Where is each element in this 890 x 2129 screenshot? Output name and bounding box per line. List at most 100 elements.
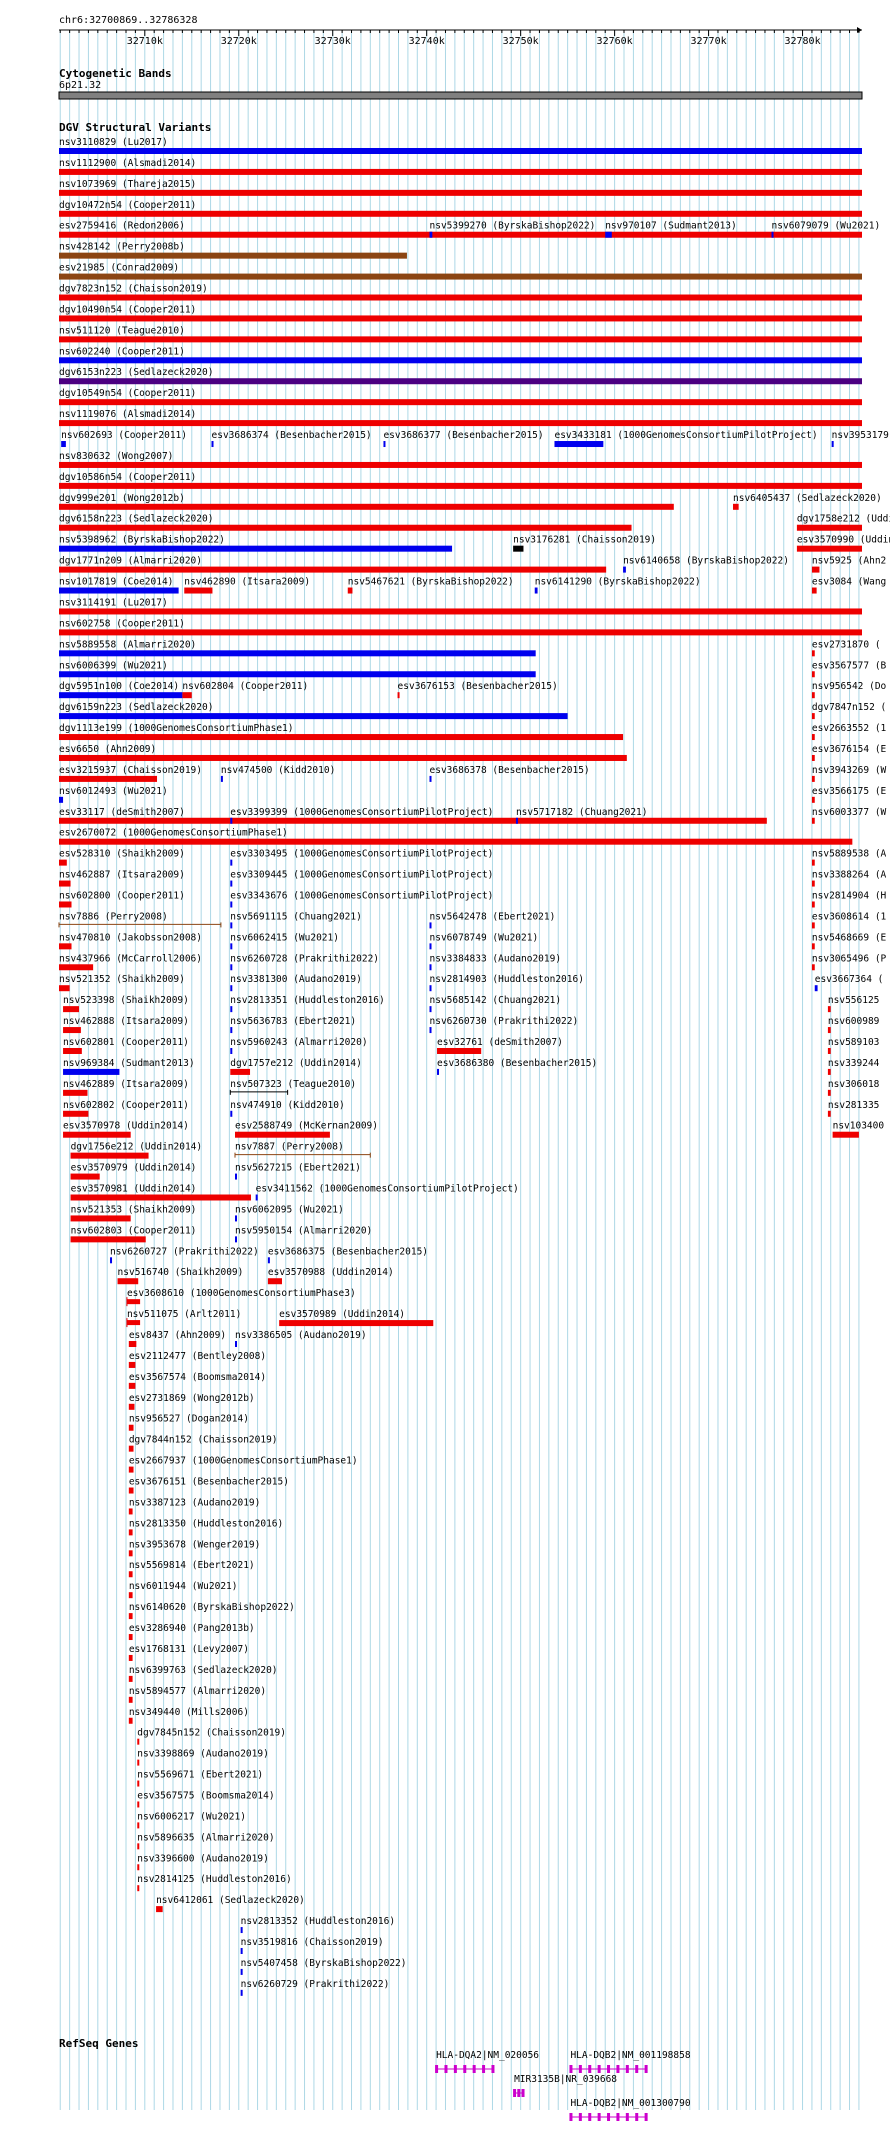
sv-feature[interactable]: nsv600989 xyxy=(827,1016,880,1034)
sv-feature[interactable]: dgv10472n54 (Cooper2011) xyxy=(59,200,862,217)
refseq-gene[interactable]: HLA-DQB2|NM_001300790 xyxy=(569,2098,691,2121)
refseq-gene[interactable]: HLA-DQA2|NM_020056 xyxy=(435,2050,539,2073)
sv-feature[interactable]: esv3686378 (Besenbacher2015) xyxy=(429,765,590,782)
sv-feature[interactable]: nsv6412061 (Sedlazeck2020) xyxy=(156,1895,305,1913)
sv-feature[interactable]: nsv3114191 (Lu2017) xyxy=(59,597,862,615)
sv-feature[interactable]: esv528310 (Shaikh2009) xyxy=(59,849,185,866)
sv-feature[interactable]: dgv7844n152 (Chaisson2019) xyxy=(128,1435,278,1452)
sv-feature[interactable]: nsv3519816 (Chaisson2019) xyxy=(240,1937,384,1954)
sv-feature[interactable]: nsv2814125 (Huddleston2016) xyxy=(137,1874,292,1892)
sv-feature[interactable]: esv21985 (Conrad2009) xyxy=(59,263,862,280)
sv-feature[interactable]: nsv6260727 (Prakrithi2022) xyxy=(110,1246,259,1264)
sv-feature[interactable]: nsv2813350 (Huddleston2016) xyxy=(128,1518,283,1536)
sv-feature[interactable]: nsv474500 (Kidd2010) xyxy=(220,765,335,782)
sv-feature[interactable]: esv2670072 (1000GenomesConsortiumPhase1) xyxy=(59,828,853,845)
sv-feature[interactable]: esv32761 (deSmith2007) xyxy=(437,1037,563,1054)
sv-feature[interactable]: nsv470810 (Jakobsson2008) xyxy=(59,932,202,950)
sv-feature[interactable]: nsv830632 (Wong2007) xyxy=(59,451,862,468)
sv-feature[interactable]: nsv602693 (Cooper2011) xyxy=(61,430,187,448)
sv-feature[interactable]: dgv7823n152 (Chaisson2019) xyxy=(59,284,862,301)
sv-feature[interactable]: esv3570989 (Uddin2014) xyxy=(279,1309,434,1327)
sv-feature[interactable]: nsv521353 (Shaikh2009) xyxy=(70,1204,197,1222)
sv-feature[interactable]: nsv516740 (Shaikh2009) xyxy=(117,1267,244,1285)
sv-feature[interactable]: esv3676151 (Besenbacher2015) xyxy=(128,1477,289,1494)
sv-feature[interactable]: nsv6399763 (Sedlazeck2020) xyxy=(128,1665,278,1682)
sv-feature[interactable]: nsv281335 xyxy=(827,1100,879,1117)
sv-feature[interactable]: esv2731870 ( xyxy=(811,639,881,657)
sv-feature[interactable]: nsv2813351 (Huddleston2016) xyxy=(230,995,385,1013)
sv-feature[interactable]: nsv3398869 (Audano2019) xyxy=(137,1749,269,1766)
sv-feature[interactable]: esv3567575 (Boomsma2014) xyxy=(137,1790,275,1808)
sv-feature[interactable]: dgv6159n223 (Sedlazeck2020) xyxy=(59,702,568,720)
sv-feature[interactable]: nsv103400 xyxy=(832,1121,885,1138)
sv-feature[interactable]: nsv2813352 (Huddleston2016) xyxy=(240,1916,395,1934)
sv-feature[interactable]: nsv437966 (McCarroll2006) xyxy=(59,953,202,971)
sv-feature[interactable]: esv3570988 (Uddin2014) xyxy=(267,1267,394,1285)
sv-feature[interactable]: nsv3384833 (Audano2019) xyxy=(429,953,562,971)
sv-feature[interactable]: nsv956527 (Dogan2014) xyxy=(128,1414,249,1431)
sv-feature[interactable]: esv3686375 (Besenbacher2015) xyxy=(267,1246,428,1264)
sv-feature[interactable]: dgv5951n100 (Coe2014) xyxy=(59,681,183,699)
sv-feature[interactable]: nsv5960243 (Almarri2020) xyxy=(230,1037,368,1054)
sv-feature[interactable]: nsv6141290 (ByrskaBishop2022) xyxy=(534,577,701,594)
sv-feature[interactable]: dgv999e201 (Wong2012b) xyxy=(59,493,674,510)
sv-feature[interactable]: esv3676153 (Besenbacher2015) xyxy=(397,681,558,699)
sv-feature[interactable]: nsv1119076 (Alsmadi2014) xyxy=(59,409,862,427)
sv-feature[interactable]: nsv3387123 (Audano2019) xyxy=(128,1497,261,1515)
sv-feature[interactable]: dgv10549n54 (Cooper2011) xyxy=(59,388,862,406)
sv-feature[interactable]: nsv6260730 (Prakrithi2022) xyxy=(429,1016,579,1034)
sv-feature[interactable]: dgv6153n223 (Sedlazeck2020) xyxy=(59,367,862,385)
sv-feature[interactable]: esv3686374 (Besenbacher2015) xyxy=(211,430,372,448)
sv-feature[interactable]: dgv1758e212 (Uddin xyxy=(796,514,890,531)
sv-feature[interactable]: nsv349440 (Mills2006) xyxy=(128,1707,249,1724)
sv-feature[interactable]: nsv589103 xyxy=(827,1037,879,1054)
sv-feature[interactable]: nsv511075 (Arlt2011) xyxy=(126,1309,241,1328)
sv-feature[interactable]: dgv7845n152 (Chaisson2019) xyxy=(137,1728,286,1745)
sv-feature[interactable]: nsv6260729 (Prakrithi2022) xyxy=(240,1979,390,1996)
sv-feature[interactable]: nsv6062095 (Wu2021) xyxy=(235,1204,344,1222)
sv-feature[interactable]: nsv602800 (Cooper2011) xyxy=(59,890,185,908)
sv-feature[interactable]: nsv1017819 (Coe2014) xyxy=(59,577,179,594)
sv-feature[interactable]: nsv3386505 (Audano2019) xyxy=(235,1330,367,1348)
sv-feature[interactable]: nsv5636783 (Ebert2021) xyxy=(230,1016,356,1034)
sv-feature[interactable]: nsv602758 (Cooper2011) xyxy=(59,618,862,636)
sv-feature[interactable]: nsv5685142 (Chuang2021) xyxy=(429,995,562,1013)
sv-feature[interactable]: esv3309445 (1000GenomesConsortiumPilotPr… xyxy=(230,870,493,887)
sv-feature[interactable]: esv3303495 (1000GenomesConsortiumPilotPr… xyxy=(230,849,493,866)
sv-feature[interactable]: nsv602240 (Cooper2011) xyxy=(59,346,862,364)
cytoband-bar[interactable] xyxy=(58,91,863,100)
sv-feature[interactable]: esv3570978 (Uddin2014) xyxy=(63,1121,189,1138)
refseq-gene[interactable]: MIR3135B|NR_039668 xyxy=(513,2074,617,2097)
sv-feature[interactable]: nsv5896635 (Almarri2020) xyxy=(137,1832,275,1850)
sv-feature[interactable]: esv3570979 (Uddin2014) xyxy=(70,1163,197,1180)
sv-feature[interactable]: nsv5569671 (Ebert2021) xyxy=(137,1770,263,1787)
sv-feature[interactable]: nsv339244 xyxy=(827,1058,880,1075)
position-ruler[interactable]: 32710k 32720k 32730k 32740k 32750k 32760k 3277… xyxy=(59,27,862,47)
sv-feature[interactable]: nsv511120 (Teague2010) xyxy=(59,325,862,343)
sv-feature[interactable]: nsv6062415 (Wu2021) xyxy=(230,932,339,950)
sv-feature[interactable]: nsv7887 (Perry2008) xyxy=(234,1142,371,1158)
sv-feature[interactable]: nsv6012493 (Wu2021) xyxy=(59,786,168,803)
sv-feature[interactable]: nsv428142 (Perry2008b) xyxy=(59,242,407,259)
sv-feature[interactable]: nsv521352 (Shaikh2009) xyxy=(59,974,185,992)
sv-feature[interactable]: nsv507323 (Teague2010) xyxy=(229,1079,356,1095)
sv-feature[interactable]: esv3608610 (1000GenomesConsortiumPhase3) xyxy=(126,1288,356,1307)
sv-feature[interactable]: nsv474910 (Kidd2010) xyxy=(230,1100,345,1117)
sv-feature[interactable]: nsv2814903 (Huddleston2016) xyxy=(429,974,584,992)
sv-feature[interactable]: nsv6140658 (ByrskaBishop2022) xyxy=(623,556,789,573)
sv-feature[interactable]: esv3686380 (Besenbacher2015) xyxy=(437,1058,597,1075)
sv-feature[interactable]: nsv5467621 (ByrskaBishop2022) xyxy=(347,577,514,594)
sv-feature[interactable]: nsv1112900 (Alsmadi2014) xyxy=(59,158,862,175)
sv-feature[interactable]: esv3570981 (Uddin2014) xyxy=(70,1184,251,1201)
sv-feature[interactable]: esv3215937 (Chaisson2019) xyxy=(59,765,202,782)
sv-feature[interactable]: esv3567574 (Boomsma2014) xyxy=(128,1372,266,1389)
sv-feature[interactable]: nsv5398962 (ByrskaBishop2022) xyxy=(59,535,453,552)
sv-feature[interactable]: dgv10490n54 (Cooper2011) xyxy=(59,304,862,322)
sv-feature[interactable]: esv8437 (Ahn2009) xyxy=(128,1330,226,1348)
sv-feature[interactable]: esv2112477 (Bentley2008) xyxy=(128,1351,266,1368)
sv-feature[interactable]: nsv556125 xyxy=(827,995,879,1013)
sv-feature[interactable]: nsv7886 (Perry2008) xyxy=(58,911,222,928)
sv-feature[interactable]: esv1768131 (Levy2007) xyxy=(128,1644,249,1661)
sv-feature[interactable]: nsv1073969 (Thareja2015) xyxy=(59,179,862,196)
sv-feature[interactable]: nsv3176281 (Chaisson2019) xyxy=(513,535,656,552)
